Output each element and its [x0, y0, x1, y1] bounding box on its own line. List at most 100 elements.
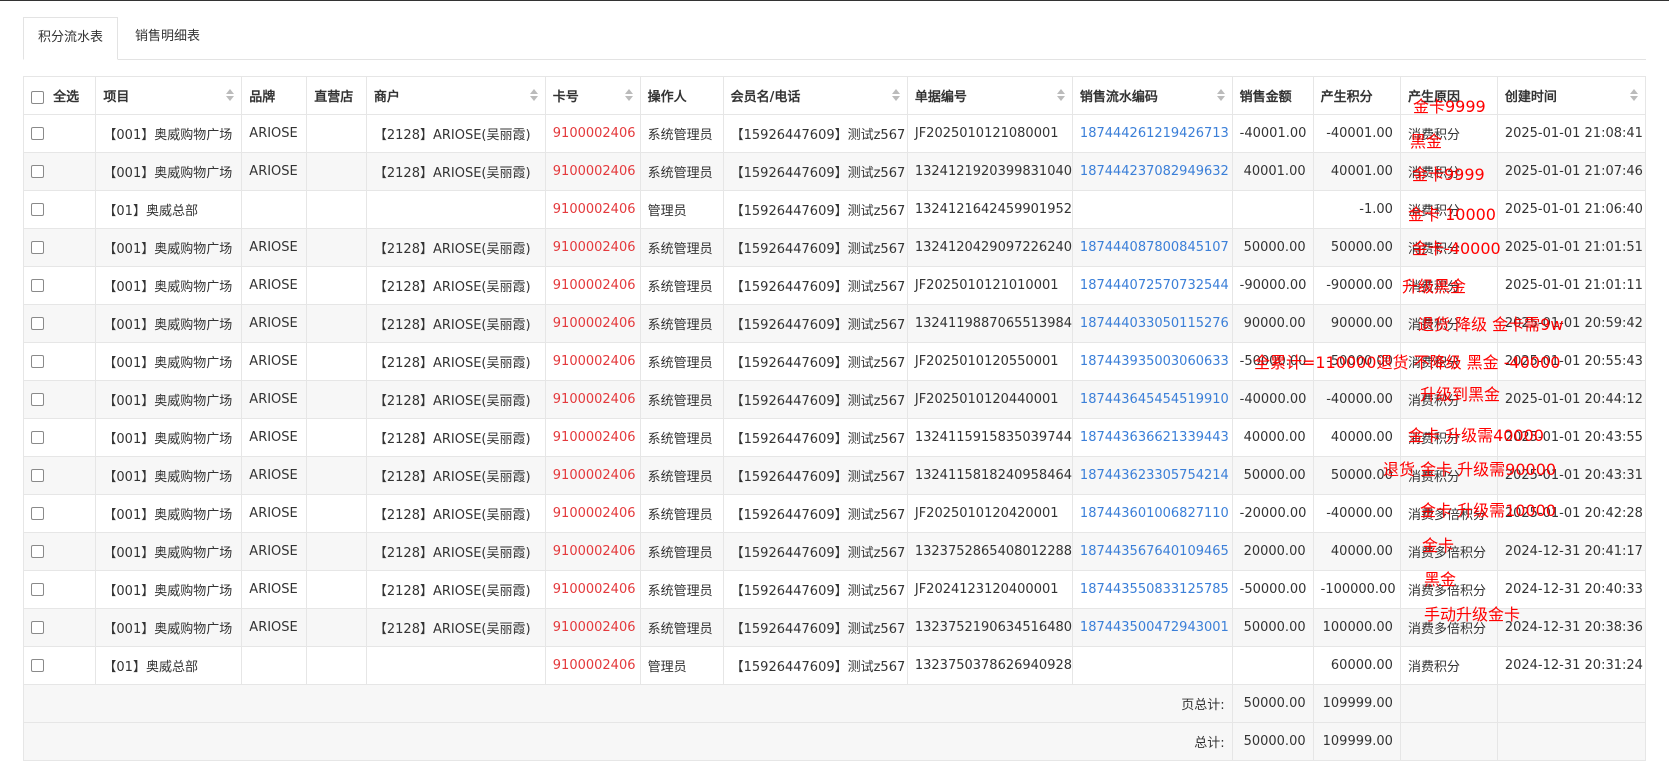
- row-checkbox[interactable]: [31, 507, 44, 520]
- row-checkbox[interactable]: [31, 241, 44, 254]
- row-select-cell[interactable]: [22, 380, 97, 419]
- card-no-cell: 9100002406: [544, 190, 641, 229]
- serial-cell[interactable]: 187443645454519910: [1071, 380, 1233, 419]
- col-merchant[interactable]: 商户: [365, 76, 546, 115]
- sort-icon[interactable]: [1056, 89, 1065, 103]
- row-checkbox[interactable]: [31, 469, 44, 482]
- doc-no-cell: 1324115818240958464: [906, 456, 1073, 495]
- table-row[interactable]: 【01】奥威总部 9100002406 管理员 【15926447609】测试z567…: [22, 190, 1647, 229]
- sort-icon[interactable]: [891, 89, 900, 103]
- operator-cell: 系统管理员: [639, 152, 724, 191]
- doc-no-cell: 1323752865408012288: [906, 532, 1073, 571]
- tab-points-flow[interactable]: 积分流水表: [23, 17, 119, 60]
- tab-bar: 积分流水表 销售明细表: [23, 17, 1646, 60]
- col-doc-no[interactable]: 单据编号: [906, 76, 1073, 115]
- table-row[interactable]: 【001】奥威购物广场 ARIOSE 【2128】ARIOSE(吴丽霞) 910000…: [22, 152, 1647, 191]
- brand-cell: ARIOSE: [241, 228, 308, 267]
- row-checkbox[interactable]: [31, 127, 44, 140]
- brand-cell: ARIOSE: [241, 342, 308, 381]
- table-row[interactable]: 【01】奥威总部 9100002406 管理员 【15926447609】测试z567…: [22, 646, 1647, 685]
- brand-cell: ARIOSE: [241, 608, 308, 647]
- col-brand: 品牌: [241, 76, 308, 115]
- row-select-cell[interactable]: [22, 494, 97, 533]
- serial-cell[interactable]: 187444087800845107: [1071, 228, 1233, 267]
- points-cell: 100000.00: [1312, 608, 1401, 647]
- table-row[interactable]: 【001】奥威购物广场 ARIOSE 【2128】ARIOSE(吴丽霞) 910000…: [22, 418, 1647, 457]
- direct-store-cell: [306, 456, 367, 495]
- col-operator: 操作人: [639, 76, 724, 115]
- table-row[interactable]: 【001】奥威购物广场 ARIOSE 【2128】ARIOSE(吴丽霞) 910000…: [22, 570, 1647, 609]
- col-project[interactable]: 项目: [95, 76, 243, 115]
- row-select-cell[interactable]: [22, 152, 97, 191]
- row-select-cell[interactable]: [22, 532, 97, 571]
- sort-icon[interactable]: [1630, 89, 1638, 103]
- table-row[interactable]: 【001】奥威购物广场 ARIOSE 【2128】ARIOSE(吴丽霞) 910000…: [22, 608, 1647, 647]
- annotation-text: 金卡 升级需40000: [1408, 426, 1544, 445]
- direct-store-cell: [306, 570, 367, 609]
- table-row[interactable]: 【001】奥威购物广场 ARIOSE 【2128】ARIOSE(吴丽霞) 910000…: [22, 228, 1647, 267]
- row-checkbox[interactable]: [31, 621, 44, 634]
- row-select-cell[interactable]: [22, 570, 97, 609]
- table-row[interactable]: 【001】奥威购物广场 ARIOSE 【2128】ARIOSE(吴丽霞) 910000…: [22, 114, 1647, 153]
- row-checkbox[interactable]: [31, 279, 44, 292]
- col-card-no[interactable]: 卡号: [544, 76, 641, 115]
- col-created[interactable]: 创建时间: [1496, 76, 1647, 115]
- empty-cell: [1399, 722, 1498, 761]
- serial-cell[interactable]: 187444237082949632: [1071, 152, 1233, 191]
- serial-cell[interactable]: 187444261219426713: [1071, 114, 1233, 153]
- row-checkbox[interactable]: [31, 203, 44, 216]
- col-member[interactable]: 会员名/电话: [722, 76, 908, 115]
- serial-cell[interactable]: 187443601006827110: [1071, 494, 1233, 533]
- row-select-cell[interactable]: [22, 342, 97, 381]
- row-select-cell[interactable]: [22, 190, 97, 229]
- row-checkbox[interactable]: [31, 545, 44, 558]
- serial-cell[interactable]: 187444072570732544: [1071, 266, 1233, 305]
- tab-sales-detail[interactable]: 销售明细表: [121, 17, 214, 58]
- serial-cell[interactable]: 187443550833125785: [1071, 570, 1233, 609]
- row-checkbox[interactable]: [31, 393, 44, 406]
- row-select-cell[interactable]: [22, 646, 97, 685]
- select-all-header[interactable]: 全选: [22, 76, 97, 115]
- row-checkbox[interactable]: [31, 317, 44, 330]
- serial-cell[interactable]: 187443623305754214: [1071, 456, 1233, 495]
- row-select-cell[interactable]: [22, 456, 97, 495]
- serial-cell[interactable]: 187444033050115276: [1071, 304, 1233, 343]
- operator-cell: 系统管理员: [639, 608, 724, 647]
- doc-no-cell: 1324121642459901952: [906, 190, 1073, 229]
- row-select-cell[interactable]: [22, 266, 97, 305]
- select-all-label: 全选: [53, 90, 80, 105]
- row-checkbox[interactable]: [31, 583, 44, 596]
- table-row[interactable]: 【001】奥威购物广场 ARIOSE 【2128】ARIOSE(吴丽霞) 910000…: [22, 494, 1647, 533]
- direct-store-cell: [306, 228, 367, 267]
- sort-icon[interactable]: [226, 89, 235, 103]
- table-row[interactable]: 【001】奥威购物广场 ARIOSE 【2128】ARIOSE(吴丽霞) 910000…: [22, 532, 1647, 571]
- created-time-cell: 2025-01-01 21:06:40: [1496, 190, 1647, 229]
- row-checkbox[interactable]: [31, 431, 44, 444]
- row-select-cell[interactable]: [22, 304, 97, 343]
- col-serial[interactable]: 销售流水编码: [1071, 76, 1233, 115]
- direct-store-cell: [306, 532, 367, 571]
- row-select-cell[interactable]: [22, 228, 97, 267]
- table-row[interactable]: 【001】奥威购物广场 ARIOSE 【2128】ARIOSE(吴丽霞) 910000…: [22, 380, 1647, 419]
- sort-icon[interactable]: [624, 89, 633, 103]
- table-row[interactable]: 【001】奥威购物广场 ARIOSE 【2128】ARIOSE(吴丽霞) 910000…: [22, 304, 1647, 343]
- serial-cell[interactable]: 187443935003060633: [1071, 342, 1233, 381]
- sort-icon[interactable]: [529, 89, 538, 103]
- select-all-checkbox[interactable]: [31, 91, 44, 104]
- row-select-cell[interactable]: [22, 418, 97, 457]
- serial-cell[interactable]: 187443500472943001: [1071, 608, 1233, 647]
- annotation-text: 金卡9999: [1412, 165, 1485, 184]
- amount-cell: 90000.00: [1231, 304, 1314, 343]
- created-time-cell: 2024-12-31 20:31:24: [1496, 646, 1647, 685]
- direct-store-cell: [306, 114, 367, 153]
- serial-cell[interactable]: 187443567640109465: [1071, 532, 1233, 571]
- row-checkbox[interactable]: [31, 659, 44, 672]
- row-select-cell[interactable]: [22, 608, 97, 647]
- points-cell: -40000.00: [1312, 494, 1401, 533]
- merchant-cell: 【2128】ARIOSE(吴丽霞): [365, 608, 546, 647]
- sort-icon[interactable]: [1216, 89, 1225, 103]
- row-checkbox[interactable]: [31, 165, 44, 178]
- row-checkbox[interactable]: [31, 355, 44, 368]
- row-select-cell[interactable]: [22, 114, 97, 153]
- serial-cell[interactable]: 187443636621339443: [1071, 418, 1233, 457]
